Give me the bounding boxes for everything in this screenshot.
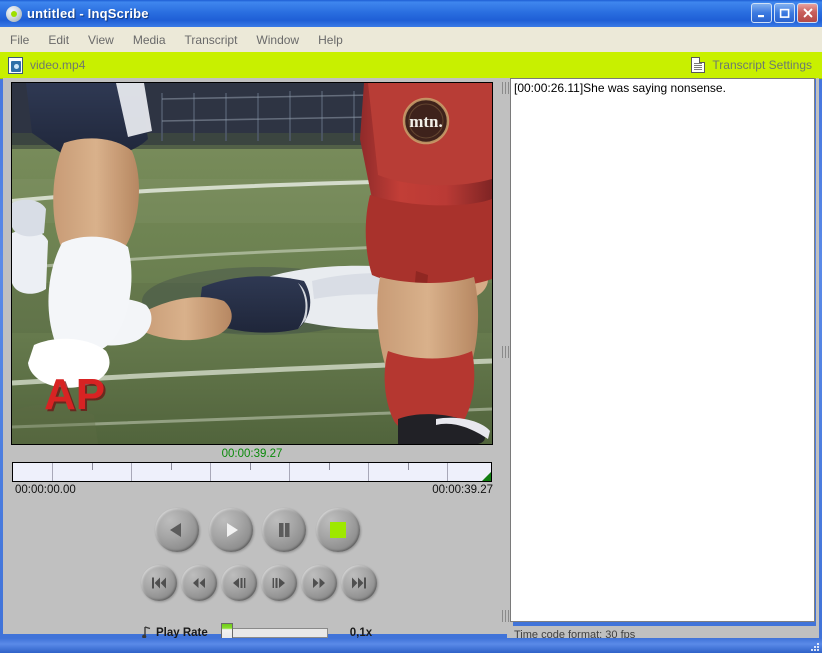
minimize-button[interactable] (751, 3, 772, 23)
skip-end-icon (352, 577, 366, 589)
menu-item-transcript[interactable]: Transcript (176, 30, 247, 50)
media-file-name: video.mp4 (30, 58, 86, 72)
video-frame-image: mtn. AP AP (12, 83, 492, 444)
step-forward-button[interactable] (261, 565, 297, 601)
splitter-grip-top[interactable] (502, 82, 510, 94)
rewind-icon (193, 578, 205, 588)
maximize-button[interactable] (774, 3, 795, 23)
splitter-grip-bottom[interactable] (502, 610, 510, 622)
play-icon (227, 523, 238, 537)
resize-grip[interactable] (808, 640, 819, 651)
fast-forward-button[interactable] (301, 565, 337, 601)
window-right-edge (816, 78, 819, 638)
transcript-pane[interactable]: [00:00:26.11]She was saying nonsense. (510, 78, 815, 622)
step-back-button[interactable] (221, 565, 257, 601)
start-timecode: 00:00:00.00 (15, 484, 76, 496)
scrubber-playhead[interactable] (482, 472, 491, 481)
menu-item-file[interactable]: File (1, 30, 38, 50)
title-bar[interactable]: untitled - InqScribe (0, 0, 822, 27)
main-content: mtn. AP AP 00:00:39.27 00:00:00.00 00:00… (3, 78, 819, 644)
media-file-icon (8, 56, 23, 74)
menu-bar: File Edit View Media Transcript Window H… (0, 27, 822, 53)
end-timecode: 00:00:39.27 (432, 484, 493, 496)
media-file-entry[interactable]: video.mp4 (8, 56, 86, 74)
current-timecode: 00:00:39.27 (221, 448, 283, 460)
window-title: untitled - InqScribe (27, 6, 149, 21)
skip-to-end-button[interactable] (341, 565, 377, 601)
rewind-button[interactable] (181, 565, 217, 601)
stop-button[interactable] (316, 508, 360, 552)
pause-icon (279, 523, 290, 537)
step-back-icon (233, 578, 246, 588)
menu-item-media[interactable]: Media (124, 30, 175, 50)
menu-item-edit[interactable]: Edit (39, 30, 78, 50)
splitter-grip-middle[interactable] (502, 346, 510, 358)
play-rate-slider[interactable] (220, 623, 328, 644)
close-button[interactable] (797, 3, 818, 23)
inqscribe-logo-icon (6, 5, 22, 22)
fast-forward-icon (313, 578, 325, 588)
player-pane: mtn. AP AP 00:00:39.27 00:00:00.00 00:00… (3, 78, 499, 644)
skip-to-start-button[interactable] (141, 565, 177, 601)
play-button[interactable] (209, 508, 253, 552)
reverse-play-button[interactable] (155, 508, 199, 552)
play-reverse-icon (170, 523, 181, 537)
step-forward-icon (272, 578, 285, 588)
transcript-settings-button[interactable]: Transcript Settings (691, 57, 812, 73)
application-window: untitled - InqScribe File Edit View Medi… (0, 0, 822, 653)
window-controls (751, 3, 818, 23)
menu-item-window[interactable]: Window (247, 30, 308, 50)
menu-item-help[interactable]: Help (309, 30, 352, 50)
menu-item-view[interactable]: View (79, 30, 123, 50)
document-icon (691, 57, 706, 73)
media-scrubber[interactable] (12, 462, 492, 482)
skip-start-icon (152, 577, 166, 589)
pause-button[interactable] (262, 508, 306, 552)
stop-icon (330, 522, 346, 538)
media-info-bar: video.mp4 Transcript Settings (0, 52, 822, 79)
transcript-settings-label: Transcript Settings (712, 58, 812, 72)
video-display[interactable]: mtn. AP AP (11, 82, 493, 445)
transcript-text[interactable]: [00:00:26.11]She was saying nonsense. (514, 81, 811, 96)
window-bottom-frame (0, 638, 822, 653)
